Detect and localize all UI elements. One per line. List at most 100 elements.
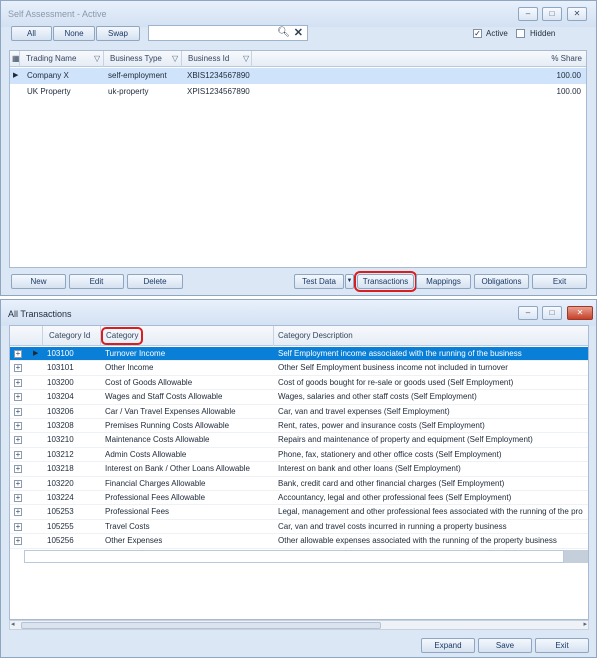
table-row[interactable]: + 103224 Professional Fees Allowable Acc… (10, 491, 588, 506)
cell-category: Wages and Staff Costs Allowable (105, 392, 223, 402)
expand-button[interactable]: Expand (421, 638, 475, 653)
table-row[interactable]: + 103218 Interest on Bank / Other Loans … (10, 462, 588, 477)
restore-button[interactable]: □ (542, 7, 562, 21)
transactions-button[interactable]: Transactions (354, 271, 417, 292)
expand-row-icon[interactable]: + (14, 450, 22, 459)
edit-button[interactable]: Edit (69, 274, 124, 289)
expand-row-icon[interactable]: + (14, 350, 22, 358)
filter-icon[interactable]: ▽ (243, 54, 249, 63)
cell-category: Other Income (105, 363, 154, 373)
cell-category: Premises Running Costs Allowable (105, 421, 230, 430)
expand-row-icon[interactable]: + (14, 436, 22, 445)
col-category[interactable]: Category (100, 327, 144, 345)
cell-description: Car, van and travel costs incurred in ru… (278, 521, 507, 531)
expand-row-icon[interactable]: + (14, 364, 22, 373)
column-chooser-icon[interactable]: ▦ (10, 51, 20, 67)
col-category-description[interactable]: Category Description (274, 326, 588, 346)
expand-row-icon[interactable]: + (14, 422, 22, 430)
cell-category: Financial Charges Allowable (105, 478, 206, 488)
transactions-grid: Category Id Category Category Descriptio… (9, 325, 589, 620)
search-icon[interactable]: 🔍︎ (277, 27, 290, 38)
row-indicator-icon: ▶ (13, 72, 19, 79)
test-data-button[interactable]: Test Data (294, 274, 344, 289)
cell-trading-name: Company X (27, 71, 69, 80)
table-row[interactable]: + 103204 Wages and Staff Costs Allowable… (10, 390, 588, 405)
restore-button[interactable]: □ (542, 306, 562, 320)
cell-category-id: 103212 (47, 449, 74, 459)
cell-description: Rent, rates, power and insurance costs (… (278, 421, 485, 430)
expand-row-icon[interactable]: + (14, 393, 22, 402)
expand-row-icon[interactable]: + (14, 494, 22, 502)
title-bar[interactable]: All Transactions – □ ✕ (1, 300, 596, 326)
cell-description: Cost of goods bought for re-sale or good… (278, 377, 514, 387)
table-row[interactable]: + 105256 Other Expenses Other allowable … (10, 534, 588, 549)
delete-button[interactable]: Delete (127, 274, 183, 289)
scroll-left-icon[interactable]: ◂ (11, 620, 15, 628)
cell-category-id: 105255 (47, 521, 74, 531)
expand-row-icon[interactable]: + (14, 465, 22, 474)
table-row[interactable]: + 103212 Admin Costs Allowable Phone, fa… (10, 448, 588, 463)
col-business-id[interactable]: Business Id (182, 51, 252, 67)
table-row[interactable]: UK Property uk-property XPIS1234567890 1… (10, 84, 586, 100)
cell-business-type: uk-property (108, 87, 149, 96)
new-button[interactable]: New (11, 274, 66, 289)
table-row[interactable]: + 103101 Other Income Other Self Employm… (10, 361, 588, 376)
scroll-right-icon[interactable]: ▸ (583, 620, 587, 628)
table-row[interactable]: + 105255 Travel Costs Car, van and trave… (10, 520, 588, 535)
cell-business-id: XPIS1234567890 (187, 87, 250, 96)
expand-row-icon[interactable]: + (14, 522, 22, 531)
col-business-type[interactable]: Business Type (104, 51, 182, 67)
clear-search-icon[interactable]: ✕ (294, 26, 303, 39)
cell-category-id: 103224 (47, 493, 74, 502)
minimize-button[interactable]: – (518, 7, 538, 21)
active-checkbox[interactable]: ✓ (473, 29, 482, 38)
expand-row-icon[interactable]: + (14, 479, 22, 488)
test-data-dropdown-icon[interactable]: ▼ (345, 274, 354, 289)
title-bar[interactable]: Self Assessment - Active – □ ✕ (1, 1, 596, 27)
close-button[interactable]: ✕ (567, 306, 593, 320)
table-row[interactable]: ▶ Company X self-employment XBIS12345678… (10, 68, 586, 84)
cell-description: Phone, fax, stationery and other office … (278, 449, 502, 459)
cell-category-id: 103200 (47, 377, 74, 387)
col-share[interactable]: % Share (252, 51, 586, 67)
filter-icon[interactable]: ▽ (172, 54, 178, 63)
table-row[interactable]: + 103206 Car / Van Travel Expenses Allow… (10, 405, 588, 419)
all-transactions-window: All Transactions – □ ✕ Category Id Categ… (0, 299, 597, 658)
cell-category-id: 103204 (47, 392, 74, 402)
exit-button[interactable]: Exit (535, 638, 589, 653)
cell-description: Repairs and maintenance of property and … (278, 435, 533, 445)
obligations-button[interactable]: Obligations (474, 274, 529, 289)
cell-category-id: 105253 (47, 507, 74, 517)
new-row-placeholder[interactable] (24, 550, 564, 563)
cell-category-id: 103208 (47, 421, 74, 430)
save-button[interactable]: Save (478, 638, 532, 653)
expand-row-icon[interactable]: + (14, 407, 22, 416)
mappings-button[interactable]: Mappings (416, 274, 471, 289)
filter-icon[interactable]: ▽ (94, 54, 100, 63)
table-row[interactable]: + ▶ 103100 Turnover Income Self Employme… (10, 347, 588, 362)
filter-swap-button[interactable]: Swap (96, 26, 140, 41)
minimize-button[interactable]: – (518, 306, 538, 320)
filter-none-button[interactable]: None (53, 26, 95, 41)
table-row[interactable]: + 103210 Maintenance Costs Allowable Rep… (10, 433, 588, 448)
col-trading-name[interactable]: Trading Name (20, 51, 104, 67)
exit-button[interactable]: Exit (532, 274, 587, 289)
search-field[interactable]: 🔍︎ ✕ (148, 25, 308, 41)
header-spacer (10, 326, 43, 346)
col-category-header[interactable]: Category (100, 326, 274, 346)
expand-row-icon[interactable]: + (14, 537, 22, 546)
expand-row-icon[interactable]: + (14, 378, 22, 387)
col-category-id[interactable]: Category Id (43, 326, 101, 346)
table-row[interactable]: + 103208 Premises Running Costs Allowabl… (10, 419, 588, 434)
hidden-checkbox[interactable] (516, 29, 525, 38)
expand-row-icon[interactable]: + (14, 508, 22, 517)
cell-share: 100.00 (556, 87, 581, 96)
table-row[interactable]: + 103200 Cost of Goods Allowable Cost of… (10, 376, 588, 391)
close-button[interactable]: ✕ (567, 7, 587, 21)
table-row[interactable]: + 103220 Financial Charges Allowable Ban… (10, 477, 588, 491)
cell-description: Interest on bank and other loans (Self E… (278, 464, 461, 474)
table-row[interactable]: + 105253 Professional Fees Legal, manage… (10, 505, 588, 520)
filter-all-button[interactable]: All (11, 26, 52, 41)
horizontal-scrollbar[interactable]: ◂ ▸ (9, 620, 589, 630)
scrollbar-thumb[interactable] (21, 622, 381, 629)
